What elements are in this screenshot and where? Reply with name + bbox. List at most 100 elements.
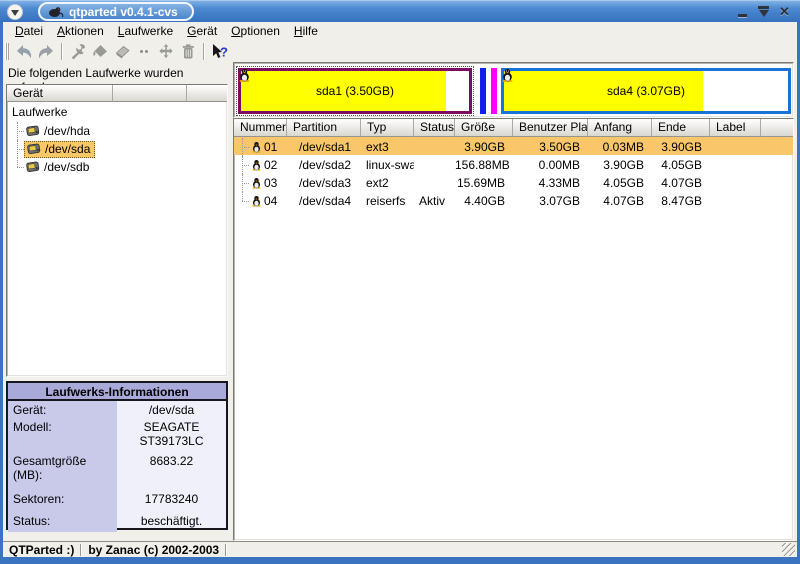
tux-icon xyxy=(252,141,261,153)
table-row-sda3[interactable]: 03 /dev/sda3 ext2 15.69MB 4.33MB 4.05GB … xyxy=(234,173,793,191)
column-label[interactable]: Label xyxy=(710,119,761,137)
tree-root-laufwerke[interactable]: Laufwerke xyxy=(7,104,227,122)
menu-item-hilfe[interactable]: Hilfe xyxy=(287,23,325,39)
paint-bucket-icon xyxy=(91,43,109,60)
property-button[interactable] xyxy=(67,41,89,62)
partition-bar-sda1-selection: sda1 (3.50GB) xyxy=(236,66,474,116)
drive-info-title: Laufwerks-Informationen xyxy=(8,383,226,401)
minimize-icon xyxy=(738,14,747,17)
menu-item-optionen[interactable]: Optionen xyxy=(224,23,287,39)
menu-item-aktionen[interactable]: Aktionen xyxy=(50,23,111,39)
undo-icon xyxy=(15,43,33,60)
two-dots-icon xyxy=(135,43,153,60)
column-groesse[interactable]: Größe xyxy=(455,119,513,137)
info-value-status: beschäftigt. xyxy=(117,510,226,530)
chevron-down-icon xyxy=(11,10,19,16)
menu-item-datei[interactable]: Datei xyxy=(8,23,50,39)
tree-item-dev-sda[interactable]: /dev/sda xyxy=(7,140,227,158)
tux-icon xyxy=(239,68,250,85)
harddisk-icon xyxy=(27,143,41,155)
toolbar-separator xyxy=(203,43,205,60)
info-label-gesamtgroesse: Gesamtgröße (MB): xyxy=(8,452,117,486)
column-ende[interactable]: Ende xyxy=(652,119,710,137)
info-label-modell: Modell: xyxy=(8,418,117,452)
whats-this-icon: ? xyxy=(210,43,230,61)
eraser-icon xyxy=(113,43,131,60)
info-value-geraet: /dev/sda xyxy=(117,401,226,418)
info-label-geraet: Gerät: xyxy=(8,401,117,418)
tree-header-filler xyxy=(187,85,227,102)
column-typ[interactable]: Typ xyxy=(361,119,414,137)
create-button[interactable] xyxy=(89,41,111,62)
undo-button[interactable] xyxy=(13,41,35,62)
title-pill: qtparted v0.4.1-cvs xyxy=(38,2,194,21)
partition-table: Nummer Partition Typ Status Größe Benutz… xyxy=(233,118,794,541)
statusbar: QTParted :) by Zanac (c) 2002-2003 xyxy=(3,541,797,557)
toolbar-separator xyxy=(61,43,63,60)
resize-grip[interactable] xyxy=(782,543,795,556)
titlebar[interactable]: qtparted v0.4.1-cvs ✕ xyxy=(0,0,800,22)
harddisk-icon xyxy=(26,125,40,137)
column-anfang[interactable]: Anfang xyxy=(588,119,652,137)
tree-column-empty[interactable] xyxy=(113,85,187,102)
tux-icon xyxy=(252,159,261,171)
column-benutzer-platz[interactable]: Benutzer Platz xyxy=(513,119,588,137)
column-status[interactable]: Status xyxy=(414,119,455,137)
harddisk-icon xyxy=(26,161,40,173)
partition-bar-sda2[interactable] xyxy=(480,68,486,114)
svg-text:?: ? xyxy=(220,44,228,59)
maximize-button[interactable] xyxy=(756,4,771,19)
window-border xyxy=(0,22,3,557)
tree-item-dev-hda[interactable]: /dev/hda xyxy=(7,122,227,140)
tree-column-geraet[interactable]: Gerät xyxy=(7,85,113,102)
format-button[interactable] xyxy=(111,41,133,62)
toolbar-handle[interactable] xyxy=(5,43,9,60)
window-title: qtparted v0.4.1-cvs xyxy=(69,5,178,19)
sda4-bar-label: sda4 (3.07GB) xyxy=(504,84,788,98)
tree-branch xyxy=(13,122,24,140)
info-value-modell: SEAGATE ST39173LC xyxy=(117,418,226,452)
menu-item-laufwerke[interactable]: Laufwerke xyxy=(111,23,180,39)
statusbar-credit: by Zanac (c) 2002-2003 xyxy=(82,543,225,557)
partition-bar-sda1[interactable]: sda1 (3.50GB) xyxy=(238,68,472,114)
column-nummer[interactable]: Nummer xyxy=(234,119,287,137)
info-label-sektoren: Sektoren: xyxy=(8,486,117,510)
table-row-sda2[interactable]: 02 /dev/sda2 linux-swap 156.88MB 0.00MB … xyxy=(234,155,793,173)
partition-bar-sda4[interactable]: sda4 (3.07GB) xyxy=(501,68,791,114)
redo-icon xyxy=(37,43,55,60)
minimize-button[interactable] xyxy=(735,4,750,19)
partition-bar-sda3[interactable] xyxy=(491,68,497,114)
redo-button[interactable] xyxy=(35,41,57,62)
table-row-sda1[interactable]: 01 /dev/sda1 ext3 3.90GB 3.50GB 0.03MB 3… xyxy=(234,137,793,155)
column-partition[interactable]: Partition xyxy=(287,119,361,137)
partition-table-header: Nummer Partition Typ Status Größe Benutz… xyxy=(234,119,793,137)
tree-item-dev-sdb[interactable]: /dev/sdb xyxy=(7,158,227,176)
tree-branch xyxy=(13,158,24,176)
tux-icon xyxy=(252,177,261,189)
selected-device: /dev/sda xyxy=(24,141,95,158)
table-row-sda4[interactable]: 04 /dev/sda4 reiserfs Aktiv 4.40GB 3.07G… xyxy=(234,191,793,209)
toolbar: ? xyxy=(3,40,797,63)
wrench-icon xyxy=(69,43,87,60)
move-button[interactable] xyxy=(155,41,177,62)
close-button[interactable]: ✕ xyxy=(777,4,792,19)
device-tree-header: Gerät xyxy=(7,85,227,102)
window-menu-button[interactable] xyxy=(7,4,23,20)
tux-icon xyxy=(502,68,513,85)
menu-item-geraet[interactable]: Gerät xyxy=(180,23,224,39)
sda1-bar-label: sda1 (3.50GB) xyxy=(241,84,469,98)
tux-icon xyxy=(252,195,261,207)
trash-icon xyxy=(179,43,197,60)
menubar: Datei Aktionen Laufwerke Gerät Optionen … xyxy=(3,22,797,40)
info-label-status: Status: xyxy=(8,510,117,530)
close-icon: ✕ xyxy=(779,5,790,18)
device-tree-panel: Gerät Laufwerke /dev/hda /dev/sda xyxy=(6,84,228,377)
partition-bars-panel: sda1 (3.50GB) sda4 (3.07GB) xyxy=(233,62,794,118)
resize-button[interactable] xyxy=(133,41,155,62)
maximize-icon xyxy=(758,6,769,17)
statusbar-separator xyxy=(225,544,227,556)
info-value-gesamtgroesse: 8683.22 xyxy=(117,452,226,486)
delete-button[interactable] xyxy=(177,41,199,62)
move-cross-icon xyxy=(157,43,175,60)
whats-this-button[interactable]: ? xyxy=(209,41,231,62)
